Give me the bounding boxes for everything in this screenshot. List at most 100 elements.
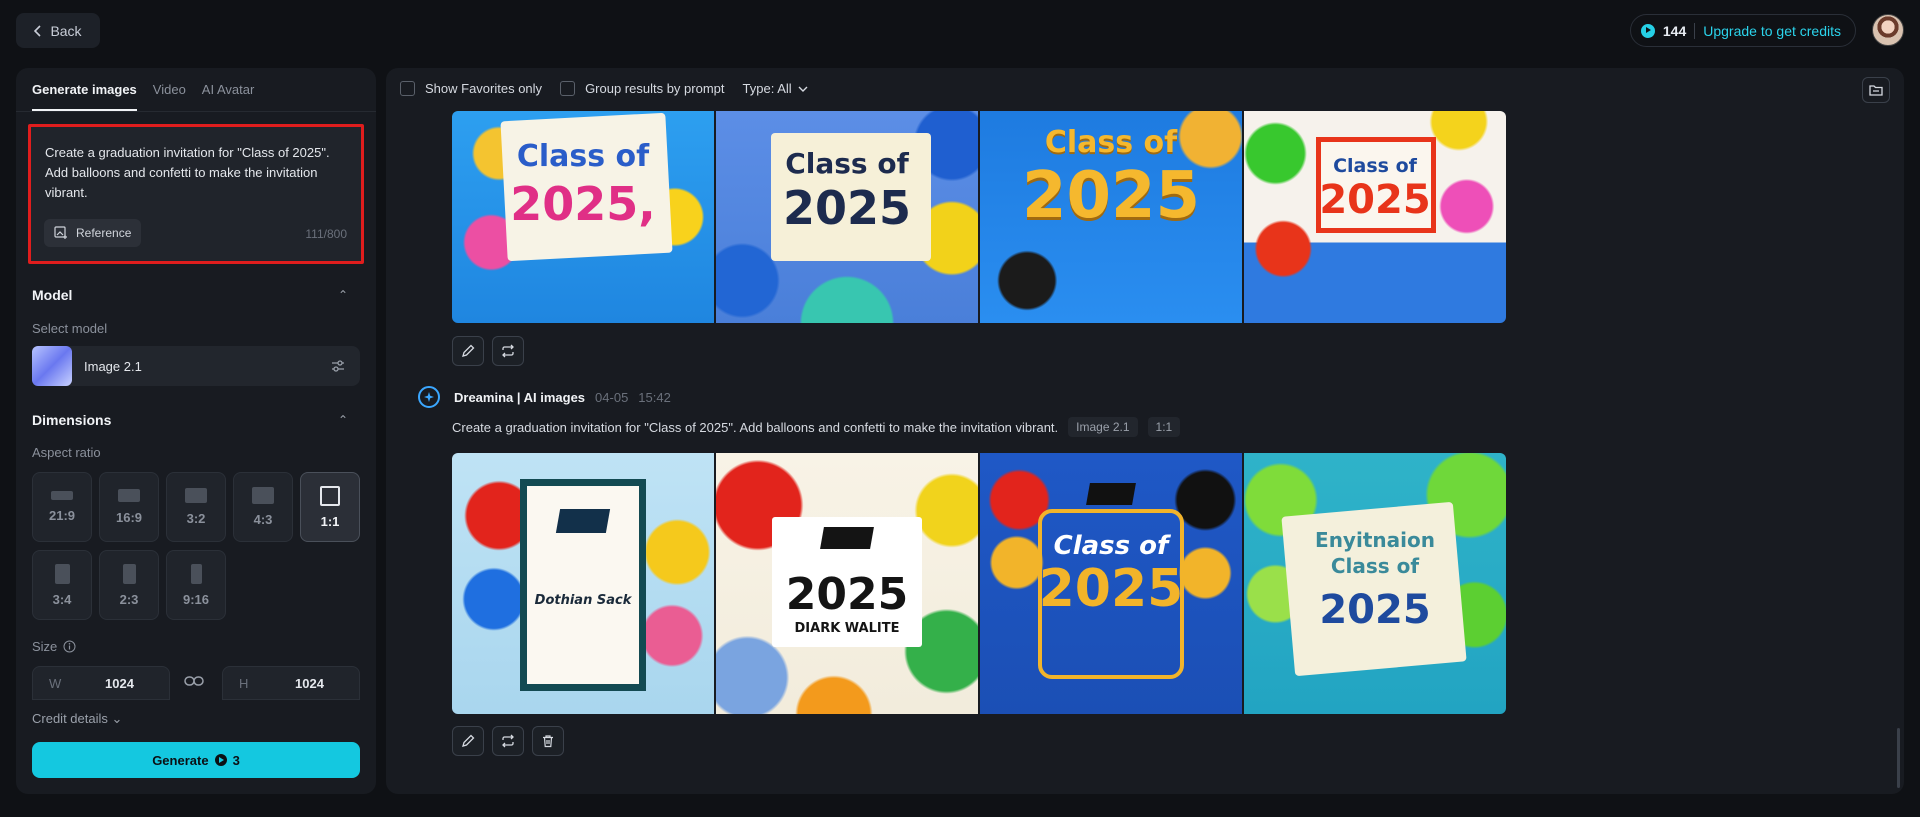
image-year: 2025	[782, 181, 912, 235]
image-title: Class of	[1053, 531, 1169, 561]
prompt-input[interactable]: Create a graduation invitation for "Clas…	[28, 124, 364, 264]
image-add-icon	[54, 226, 67, 239]
group-by-prompt-checkbox[interactable]: Group results by prompt	[560, 81, 725, 96]
group-by-prompt-label: Group results by prompt	[585, 81, 725, 96]
regenerate-button[interactable]	[492, 726, 524, 756]
edit-button[interactable]	[452, 336, 484, 366]
ratio-shape-icon	[54, 563, 70, 584]
dimensions-section-title: Dimensions	[32, 412, 112, 428]
generate-button[interactable]: Generate 3	[32, 742, 360, 778]
scrollbar[interactable]	[1897, 728, 1900, 788]
select-model-label: Select model	[32, 321, 108, 336]
width-value[interactable]: 1024	[105, 676, 134, 691]
pencil-icon	[462, 734, 475, 747]
height-value[interactable]: 1024	[295, 676, 324, 691]
image-year: 2025	[785, 569, 909, 620]
image-year: 2025	[1319, 177, 1431, 223]
ratio-shape-icon	[185, 488, 207, 503]
model-thumbnail	[32, 346, 72, 386]
credit-details-toggle[interactable]: Credit details ⌄	[32, 711, 122, 727]
image-title: Enyitnaion Class of	[1315, 528, 1435, 578]
image-year: 2025	[1038, 559, 1184, 619]
generated-image[interactable]: Class of 2025	[1244, 111, 1506, 323]
avatar[interactable]	[1872, 14, 1904, 46]
results-panel: Show Favorites only Group results by pro…	[386, 68, 1904, 794]
repeat-icon	[502, 734, 514, 748]
back-button[interactable]: Back	[16, 13, 100, 48]
generated-image[interactable]: Class of 2025	[980, 111, 1242, 323]
image-title: Class of	[785, 147, 909, 180]
reference-button[interactable]: Reference	[44, 219, 142, 247]
chevron-up-icon[interactable]: ⌃	[338, 413, 348, 427]
model-select[interactable]: Image 2.1	[32, 346, 360, 386]
credits-pill[interactable]: 144 Upgrade to get credits	[1629, 14, 1856, 47]
generate-cost: 3	[232, 752, 240, 768]
folder-button[interactable]	[1862, 77, 1890, 103]
chevron-left-icon	[34, 24, 42, 37]
regenerate-button[interactable]	[492, 336, 524, 366]
graduation-cap-icon	[820, 527, 874, 549]
ratio-9-16[interactable]: 9:16	[166, 550, 226, 620]
height-field[interactable]: H 1024	[222, 666, 360, 700]
edit-button[interactable]	[452, 726, 484, 756]
model-section-title: Model	[32, 287, 73, 303]
image-title: Class of	[516, 139, 650, 174]
ratio-2-3[interactable]: 2:3	[99, 550, 159, 620]
upgrade-link[interactable]: Upgrade to get credits	[1703, 23, 1841, 39]
prompt-text[interactable]: Create a graduation invitation for "Clas…	[45, 143, 335, 203]
entry-prompt-row: Create a graduation invitation for "Clas…	[452, 417, 1181, 437]
generated-image[interactable]: Class of 2025	[716, 111, 978, 323]
generated-image[interactable]: Class of 2025,	[452, 111, 714, 323]
type-filter-dropdown[interactable]: Type: All	[743, 81, 808, 96]
width-field[interactable]: W 1024	[32, 666, 170, 700]
delete-button[interactable]	[532, 726, 564, 756]
credit-coin-icon	[214, 754, 227, 766]
show-favorites-checkbox[interactable]: Show Favorites only	[400, 81, 542, 96]
tab-video[interactable]: Video	[153, 82, 186, 111]
image-title: Class of	[1044, 125, 1178, 160]
ratio-shape-icon	[51, 491, 73, 500]
generated-image[interactable]: Class of 2025	[980, 453, 1242, 714]
trash-icon	[543, 735, 553, 748]
height-key: H	[239, 675, 249, 691]
show-favorites-label: Show Favorites only	[425, 81, 543, 96]
top-bar: Back 144 Upgrade to get credits	[0, 0, 1920, 64]
ratio-tag: 1:1	[1147, 417, 1181, 437]
tab-ai-avatar[interactable]: AI Avatar	[202, 82, 255, 111]
image-year: 2025	[1021, 159, 1201, 233]
entry-time: 15:42	[638, 389, 671, 405]
generated-image[interactable]: Dothian Sack	[452, 453, 714, 714]
ratio-16-9[interactable]: 16:9	[99, 472, 159, 542]
ratio-4-3[interactable]: 4:3	[233, 472, 293, 542]
dreamina-logo-icon	[418, 386, 440, 408]
model-tag: Image 2.1	[1068, 417, 1138, 437]
image-title: DIARK WALITE	[794, 621, 900, 636]
generate-label: Generate	[152, 752, 209, 768]
chevron-down-icon	[798, 86, 808, 92]
ratio-shape-icon	[118, 489, 140, 502]
tab-generate-images[interactable]: Generate images	[32, 82, 137, 111]
mode-tabs: Generate images Video AI Avatar	[16, 68, 376, 112]
ratio-3-2[interactable]: 3:2	[166, 472, 226, 542]
sliders-icon[interactable]	[330, 358, 346, 374]
ratio-21-9[interactable]: 21:9	[32, 472, 92, 542]
info-icon[interactable]	[63, 640, 76, 653]
link-icon[interactable]	[184, 673, 204, 689]
image-year: 2025	[1319, 587, 1431, 633]
repeat-icon	[502, 344, 514, 358]
filter-bar: Show Favorites only Group results by pro…	[400, 81, 808, 96]
ratio-shape-icon	[190, 563, 202, 584]
result-images-row: Dothian Sack 2025 DIARK WALITE Class of …	[452, 453, 1506, 714]
char-count: 111/800	[305, 227, 347, 241]
ratio-1-1[interactable]: 1:1	[300, 472, 360, 542]
ratio-3-4[interactable]: 3:4	[32, 550, 92, 620]
credit-coin-icon	[1640, 23, 1655, 38]
image-year: 2025,	[510, 177, 656, 231]
size-label-text: Size	[32, 639, 58, 654]
result-actions	[452, 726, 564, 756]
generated-image[interactable]: 2025 DIARK WALITE	[716, 453, 978, 714]
chevron-up-icon[interactable]: ⌃	[338, 288, 348, 302]
folder-icon	[1869, 85, 1883, 96]
image-title: Class of	[1333, 155, 1417, 177]
generated-image[interactable]: Enyitnaion Class of 2025	[1244, 453, 1506, 714]
